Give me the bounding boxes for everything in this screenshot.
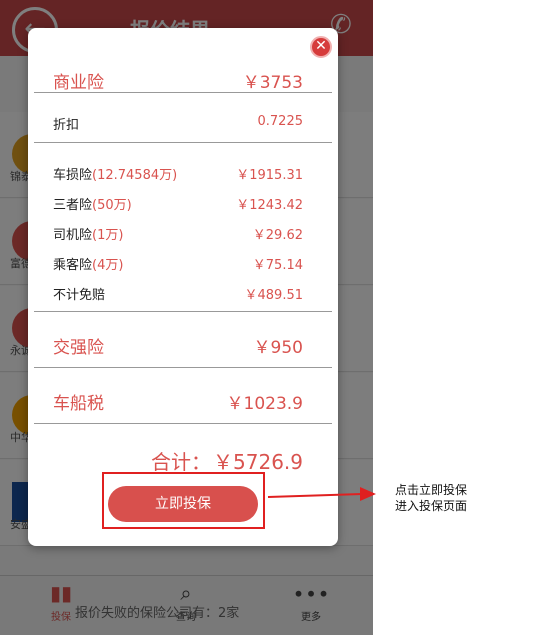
annotation-note: 点击立即投保 进入投保页面 bbox=[395, 482, 467, 514]
annotation-line-1: 点击立即投保 bbox=[395, 483, 468, 497]
annotation-arrow bbox=[267, 487, 376, 501]
annotation-line-2: 进入投保页面 bbox=[395, 499, 468, 513]
